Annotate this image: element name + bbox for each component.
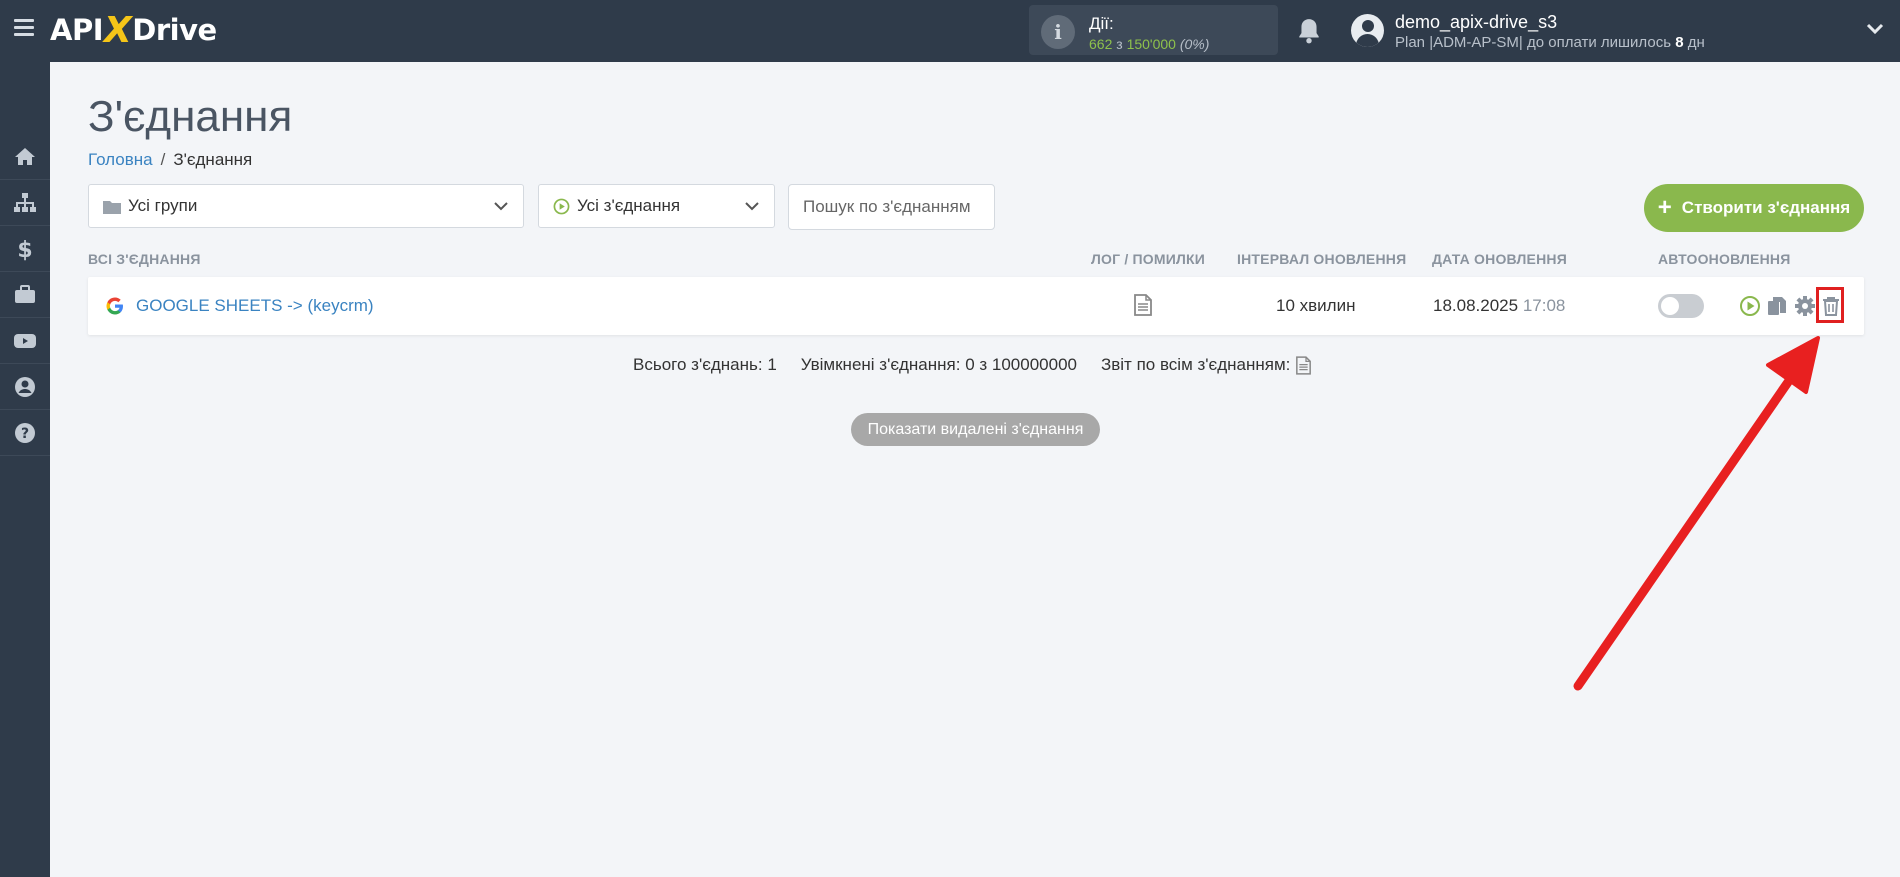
annotation-arrow xyxy=(1573,336,1820,691)
connections-stats: Всього з'єднань: 1 Увімкнені з'єднання: … xyxy=(633,355,1312,375)
header-update-date: ДАТА ОНОВЛЕННЯ xyxy=(1432,251,1567,267)
log-document-icon[interactable] xyxy=(1134,294,1152,316)
youtube-icon xyxy=(14,333,36,348)
page-title: З'єднання xyxy=(88,92,293,141)
sidebar-item-profile[interactable] xyxy=(0,364,50,410)
chevron-down-icon xyxy=(494,202,508,211)
sidebar-item-billing[interactable]: $ xyxy=(0,226,50,272)
connection-name-link[interactable]: GOOGLE SHEETS -> (keycrm) xyxy=(136,296,374,316)
delete-highlight-box xyxy=(1816,287,1844,323)
breadcrumb-separator: / xyxy=(160,150,166,169)
actions-label: Дії: xyxy=(1089,14,1114,33)
search-input[interactable] xyxy=(788,184,995,230)
settings-button[interactable] xyxy=(1793,294,1817,318)
breadcrumb-current: З'єднання xyxy=(173,150,253,169)
breadcrumb: Головна / З'єднання xyxy=(88,150,252,170)
create-connection-button[interactable]: + Створити з'єднання xyxy=(1644,184,1864,232)
header-all-connections: ВСІ З'ЄДНАННЯ xyxy=(88,251,201,267)
gear-icon xyxy=(1795,296,1815,316)
connections-select-value: Усі з'єднання xyxy=(577,196,681,215)
help-icon: ? xyxy=(15,422,35,443)
folder-icon xyxy=(103,200,121,214)
header-update-interval: ІНТЕРВАЛ ОНОВЛЕННЯ xyxy=(1237,251,1407,267)
header-log-errors: ЛОГ / ПОМИЛКИ xyxy=(1091,251,1206,267)
groups-select[interactable]: Усі групи xyxy=(88,184,524,228)
update-interval: 10 хвилин xyxy=(1276,296,1356,315)
breadcrumb-home-link[interactable]: Головна xyxy=(88,150,153,169)
svg-text:$: $ xyxy=(17,238,32,261)
logo[interactable]: API X Drive xyxy=(50,9,217,51)
briefcase-icon xyxy=(15,284,35,303)
top-bar: API X Drive i Дії: 662 з 150'000 (0%) demo… xyxy=(0,0,1900,62)
chevron-down-icon[interactable] xyxy=(1866,22,1884,36)
plus-icon: + xyxy=(1657,194,1672,221)
enabled-connections: Увімкнені з'єднання: 0 з 100000000 xyxy=(800,355,1077,374)
sidebar: $ ? xyxy=(0,62,50,877)
actions-value: 662 з 150'000 (0%) xyxy=(1089,36,1210,52)
report-document-icon xyxy=(1296,355,1312,375)
total-connections: Всього з'єднань: 1 xyxy=(633,355,777,374)
google-icon xyxy=(106,297,123,315)
sidebar-item-home[interactable] xyxy=(0,134,50,180)
groups-select-value: Усі групи xyxy=(128,196,198,215)
actions-counter[interactable]: i Дії: 662 з 150'000 (0%) xyxy=(1029,5,1278,55)
connections-select[interactable]: Усі з'єднання xyxy=(538,184,775,228)
auto-update-toggle[interactable] xyxy=(1658,294,1704,318)
dollar-icon: $ xyxy=(17,238,32,261)
menu-icon[interactable] xyxy=(14,19,34,37)
logo-text-drive: Drive xyxy=(132,13,217,47)
chevron-down-icon xyxy=(745,202,759,211)
sidebar-item-help[interactable]: ? xyxy=(0,410,50,456)
update-date: 18.08.2025 17:08 xyxy=(1433,296,1566,315)
play-circle-icon xyxy=(1740,296,1760,316)
user-plan: Plan |ADM-AP-SM| до оплати лишилось 8 дн xyxy=(1395,34,1705,51)
header-auto-update: АВТООНОВЛЕННЯ xyxy=(1658,251,1791,267)
svg-text:?: ? xyxy=(21,426,29,442)
sidebar-item-video[interactable] xyxy=(0,318,50,364)
logo-text-api: API xyxy=(50,13,104,47)
copy-icon xyxy=(1768,297,1786,315)
info-icon: i xyxy=(1041,15,1075,49)
sidebar-item-tools[interactable] xyxy=(0,272,50,318)
create-connection-label: Створити з'єднання xyxy=(1681,198,1851,217)
show-deleted-button[interactable]: Показати видалені з'єднання xyxy=(851,413,1100,446)
home-icon xyxy=(15,147,35,165)
user-circle-icon xyxy=(15,376,35,397)
avatar[interactable] xyxy=(1351,14,1384,47)
sidebar-item-structure[interactable] xyxy=(0,180,50,226)
user-name[interactable]: demo_apix-drive_s3 xyxy=(1395,12,1557,33)
report-all-connections[interactable]: Звіт по всім з'єднанням: xyxy=(1101,355,1312,375)
bell-icon[interactable] xyxy=(1296,17,1322,45)
run-button[interactable] xyxy=(1738,294,1762,318)
play-circle-icon xyxy=(553,198,570,214)
logo-text-x: X xyxy=(104,9,132,51)
copy-button[interactable] xyxy=(1765,294,1789,318)
sitemap-icon xyxy=(14,192,36,212)
